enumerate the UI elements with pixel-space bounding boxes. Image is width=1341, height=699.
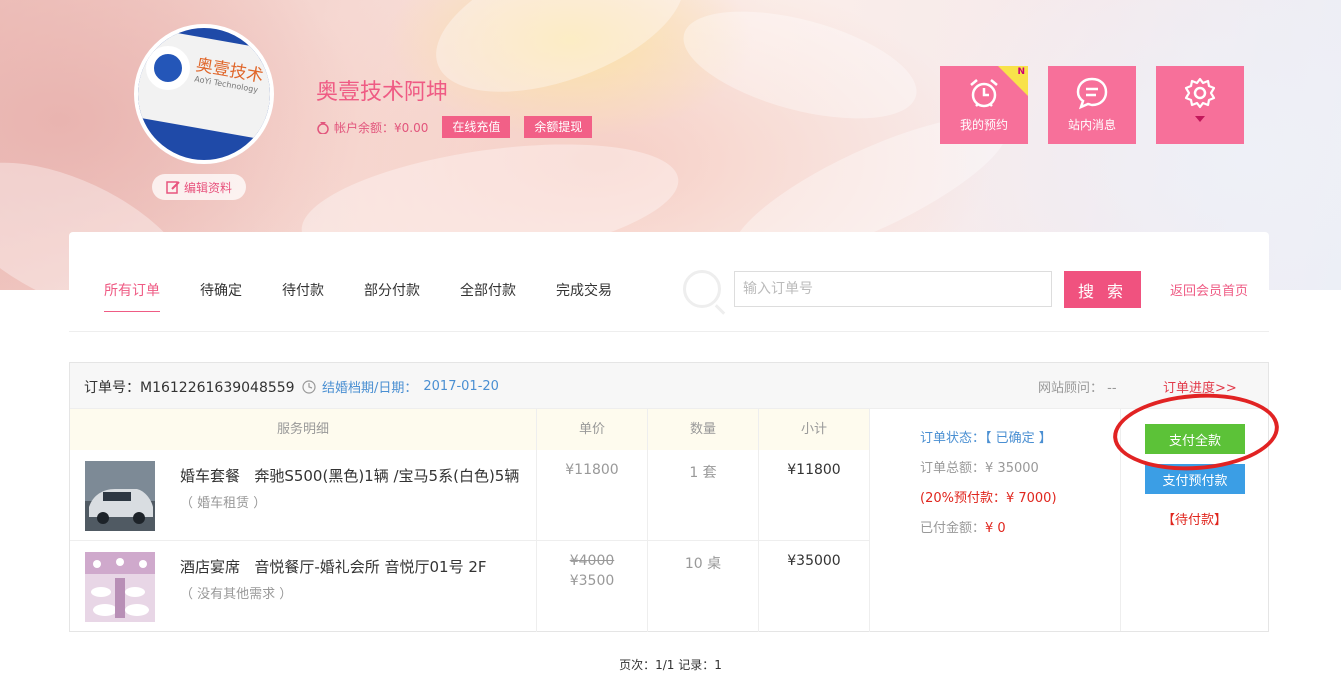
- car-photo[interactable]: [85, 461, 155, 531]
- gear-icon: [1184, 77, 1216, 109]
- service-title: 酒店宴席 音悦餐厅-婚礼会所 音悦厅01号 2F: [180, 556, 487, 577]
- unit-price-value: ¥3500: [569, 573, 615, 589]
- chevron-down-icon: [1195, 116, 1205, 122]
- service-detail: 奔驰S500(黑色)1辆 /宝马5系(白色)5辆: [254, 467, 520, 485]
- order-card: 订单号：M1612261639048559 结婚档期/日期： 2017-01-2…: [69, 362, 1269, 632]
- settings-tile[interactable]: [1156, 66, 1244, 144]
- service-cell: 婚车套餐 奔驰S500(黑色)1辆 /宝马5系(白色)5辆 （ 婚车租赁 ）: [70, 450, 537, 540]
- my-appointments-label: 我的预约: [959, 118, 1008, 132]
- search-button[interactable]: 搜 索: [1064, 271, 1141, 308]
- col-unit-price: 单价: [537, 409, 648, 450]
- wedding-date: 结婚档期/日期： 2017-01-20: [302, 377, 499, 396]
- quantity: 1 套: [648, 450, 759, 540]
- alarm-clock-icon: [970, 79, 998, 108]
- site-messages-tile[interactable]: 站内消息: [1048, 66, 1136, 144]
- deposit-amount: (20%预付款：¥ 7000): [920, 491, 1057, 506]
- col-subtotal: 小计: [759, 409, 870, 450]
- paid-amount-value: ¥ 0: [985, 521, 1006, 536]
- username: 奥壹技术阿坤: [316, 80, 449, 105]
- col-quantity: 数量: [648, 409, 759, 450]
- balance-row: 帐户余额：¥0.00 在线充值 余额提现: [316, 116, 593, 138]
- service-cell: 酒店宴席 音悦餐厅-婚礼会所 音悦厅01号 2F （ 没有其他需求 ）: [70, 541, 537, 632]
- tab-partial-payment[interactable]: 部分付款: [364, 280, 420, 312]
- wedding-date-value: 2017-01-20: [423, 379, 499, 394]
- table-row: 酒店宴席 音悦餐厅-婚礼会所 音悦厅01号 2F （ 没有其他需求 ） ¥400…: [70, 541, 870, 632]
- chat-bubble-icon: [1076, 77, 1108, 110]
- new-badge-label: N: [1017, 67, 1025, 77]
- pagination-info: 页次：1/1 记录：1: [619, 658, 722, 672]
- table-row: 婚车套餐 奔驰S500(黑色)1辆 /宝马5系(白色)5辆 （ 婚车租赁 ） ¥…: [70, 450, 870, 541]
- order-status-value: 【 已确定 】: [985, 431, 1052, 446]
- unit-price-value: ¥11800: [565, 462, 619, 478]
- order-number: 订单号：M1612261639048559: [84, 380, 295, 396]
- money-bag-icon: [317, 122, 329, 134]
- tab-pending-confirm[interactable]: 待确定: [200, 280, 242, 312]
- quantity: 10 桌: [648, 541, 759, 632]
- service-category: 酒店宴席: [180, 558, 241, 576]
- balance-label: 帐户余额：¥0.00: [334, 120, 429, 135]
- tab-completed[interactable]: 完成交易: [556, 280, 612, 312]
- wedding-date-label: 结婚档期/日期：: [322, 381, 418, 396]
- unit-price: ¥4000 ¥3500: [537, 541, 648, 632]
- clock-icon: [302, 379, 316, 394]
- avatar[interactable]: 奥壹技术 AoYi Technology: [134, 24, 274, 164]
- original-price: ¥4000: [569, 553, 615, 569]
- edit-profile-label: 编辑资料: [183, 180, 232, 195]
- site-advisor: 网站顾问： --: [1038, 381, 1117, 396]
- withdraw-button[interactable]: 余额提现: [524, 116, 593, 138]
- subtotal: ¥35000: [759, 541, 870, 632]
- edit-profile-button[interactable]: 编辑资料: [152, 174, 246, 200]
- tab-full-payment[interactable]: 全部付款: [460, 280, 516, 312]
- payment-status: 【待付款】: [1161, 513, 1227, 528]
- order-total-label: 订单总额：: [920, 461, 986, 476]
- edit-icon: [166, 181, 180, 194]
- order-tabs: 所有订单 待确定 待付款 部分付款 全部付款 完成交易: [104, 280, 652, 312]
- service-note: （ 婚车租赁 ）: [180, 496, 267, 511]
- search-input[interactable]: [734, 271, 1052, 307]
- service-note: （ 没有其他需求 ）: [180, 587, 293, 602]
- subtotal: ¥11800: [759, 450, 870, 540]
- service-detail: 音悦餐厅-婚礼会所 音悦厅01号 2F: [254, 558, 487, 576]
- service-category: 婚车套餐: [180, 467, 241, 485]
- back-to-member-home-link[interactable]: 返回会员首页: [1170, 280, 1248, 299]
- my-appointments-tile[interactable]: N 我的预约: [940, 66, 1028, 144]
- banquet-hall-photo[interactable]: [85, 552, 155, 622]
- order-total-value: ¥ 35000: [985, 461, 1039, 476]
- paid-amount: 已付金额：¥ 0: [920, 519, 1120, 549]
- search-icon: [683, 270, 721, 308]
- unit-price: ¥11800: [537, 450, 648, 540]
- company-logo-icon: [146, 46, 190, 90]
- order-status-label: 订单状态：: [920, 431, 986, 446]
- divider: [69, 331, 1269, 332]
- order-header: 订单号：M1612261639048559 结婚档期/日期： 2017-01-2…: [70, 363, 1268, 409]
- site-messages-label: 站内消息: [1067, 118, 1116, 132]
- order-status: 订单状态：【 已确定 】: [920, 429, 1120, 459]
- order-status-summary: 订单状态：【 已确定 】 订单总额：¥ 35000 (20%预付款：¥ 7000…: [870, 409, 1121, 631]
- service-title: 婚车套餐 奔驰S500(黑色)1辆 /宝马5系(白色)5辆: [180, 465, 519, 486]
- recharge-button[interactable]: 在线充值: [442, 116, 511, 138]
- tab-pending-payment[interactable]: 待付款: [282, 280, 324, 312]
- items-table-header: 服务明细 单价 数量 小计: [70, 409, 870, 450]
- tab-all-orders[interactable]: 所有订单: [104, 280, 160, 312]
- paid-amount-label: 已付金额：: [920, 521, 986, 536]
- col-service: 服务明细: [70, 409, 537, 450]
- order-total: 订单总额：¥ 35000: [920, 459, 1120, 489]
